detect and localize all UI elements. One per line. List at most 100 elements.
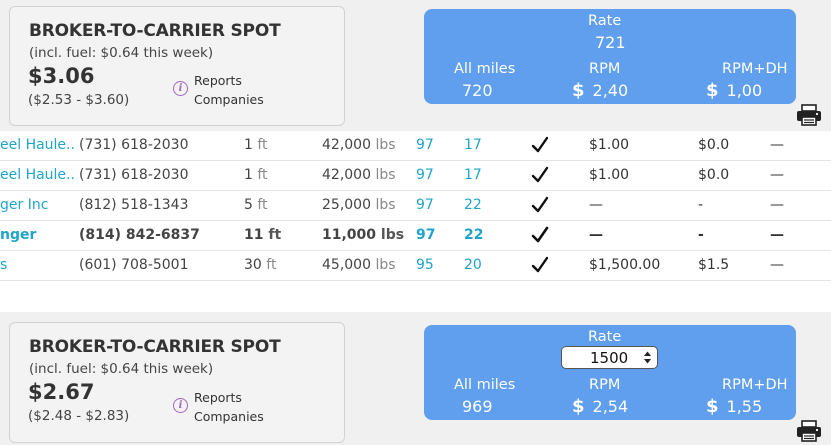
carrier-name-link[interactable]: nger (0, 227, 74, 243)
days-to-pay[interactable]: 17 (464, 137, 482, 153)
equipment-weight: 25,000 lbs (322, 197, 396, 213)
all-miles-value: 720 (462, 81, 493, 100)
days-to-pay[interactable]: 17 (464, 167, 482, 183)
reports-companies-link[interactable]: Reports Companies (194, 71, 264, 109)
rate-label: Rate (588, 13, 622, 29)
offer-rpm: - (698, 197, 704, 213)
carrier-name-link[interactable]: s (0, 257, 74, 273)
spinner-arrows-icon[interactable] (643, 350, 652, 365)
offer-price: $1,500.00 (589, 257, 661, 273)
rpm-dh-currency: $ (706, 396, 719, 417)
carrier-phone: (731) 618-2030 (79, 137, 189, 153)
equipment-length: 1 ft (244, 167, 268, 183)
credit-score[interactable]: 97 (416, 197, 434, 213)
price-range: ($2.48 - $2.83) (28, 408, 130, 424)
table-row[interactable]: eel Haule... (731) 618-2030 1 ft 42,000 … (0, 161, 831, 191)
table-row[interactable]: nger (814) 842-6837 11 ft 11,000 lbs 97 … (0, 221, 831, 251)
table-row[interactable]: ger Inc (812) 518-1343 5 ft 25,000 lbs 9… (0, 191, 831, 221)
spot-section-top: BROKER-TO-CARRIER SPOT (incl. fuel: $0.6… (0, 0, 831, 131)
rate-value: 721 (595, 33, 626, 52)
credit-score[interactable]: 97 (416, 167, 434, 183)
equipment-length: 30 ft (244, 257, 277, 273)
equipment-weight: 42,000 lbs (322, 167, 396, 183)
reports-companies-link[interactable]: Reports Companies (194, 388, 264, 426)
rpm-label: RPM (589, 377, 621, 393)
info-icon[interactable]: i (173, 398, 188, 413)
rate-calculator-card: Rate 1500 All miles 969 RPM $2,54 RPM+DH… (424, 325, 796, 420)
equipment-length: 1 ft (244, 137, 268, 153)
rpm-currency: $ (572, 396, 585, 417)
carrier-phone: (731) 618-2030 (79, 167, 189, 183)
days-to-pay[interactable]: 22 (464, 227, 483, 243)
check-icon (531, 166, 549, 183)
credit-score[interactable]: 95 (416, 257, 434, 273)
rate-input-value: 1500 (590, 349, 629, 367)
check-icon (531, 196, 549, 213)
rpm-value: 2,54 (592, 397, 629, 416)
rate-input[interactable]: 1500 (561, 346, 658, 369)
table-row[interactable]: s (601) 708-5001 30 ft 45,000 lbs 95 20 … (0, 251, 831, 281)
offer-price: $1.00 (589, 167, 630, 183)
rate-label: Rate (588, 329, 622, 345)
spot-price: $3.06 (28, 64, 95, 88)
offer-rpm: $0.0 (698, 137, 730, 153)
spot-title: BROKER-TO-CARRIER SPOT (29, 21, 281, 41)
carrier-name-link[interactable]: ger Inc (0, 197, 74, 213)
equipment-weight: 42,000 lbs (322, 137, 396, 153)
all-miles-value: 969 (462, 397, 493, 416)
days-to-pay[interactable]: 22 (464, 197, 482, 213)
days-to-pay[interactable]: 20 (464, 257, 482, 273)
rpm-dh-label: RPM+DH (722, 61, 788, 77)
offer-price: $1.00 (589, 137, 630, 153)
fuel-note: (incl. fuel: $0.64 this week) (29, 45, 214, 61)
rate-calculator-card: Rate 721 All miles 720 RPM $2,40 RPM+DH … (424, 9, 796, 104)
rpm-currency: $ (572, 80, 585, 101)
companies-label: Companies (194, 409, 264, 424)
spot-price: $2.67 (28, 380, 95, 404)
equipment-weight: 11,000 lbs (322, 227, 405, 243)
rpm-dh-value: 1,55 (726, 397, 763, 416)
rpm-dh-value-group: $1,55 (706, 396, 762, 417)
carrier-phone: (814) 842-6837 (79, 227, 200, 243)
rpm-dh-currency: $ (706, 80, 719, 101)
printer-icon[interactable] (796, 420, 822, 442)
rpm-value-group: $2,54 (572, 396, 628, 417)
credit-score[interactable]: 97 (416, 137, 434, 153)
all-miles-label: All miles (454, 377, 516, 393)
fuel-note: (incl. fuel: $0.64 this week) (29, 361, 214, 377)
carrier-table: eel Haule... (731) 618-2030 1 ft 42,000 … (0, 131, 831, 312)
spot-summary-card: BROKER-TO-CARRIER SPOT (incl. fuel: $0.6… (9, 322, 345, 443)
printer-icon[interactable] (796, 104, 822, 126)
carrier-name-link[interactable]: eel Haule... (0, 167, 74, 183)
price-range: ($2.53 - $3.60) (28, 92, 130, 108)
extra-value: — (770, 137, 784, 153)
all-miles-label: All miles (454, 61, 516, 77)
credit-score[interactable]: 97 (416, 227, 435, 243)
carrier-name-link[interactable]: eel Haule... (0, 137, 74, 153)
offer-price: — (589, 227, 603, 243)
carrier-phone: (812) 518-1343 (79, 197, 189, 213)
companies-label: Companies (194, 92, 264, 107)
info-icon[interactable]: i (173, 81, 188, 96)
check-icon (531, 226, 549, 243)
spot-title: BROKER-TO-CARRIER SPOT (29, 337, 281, 357)
extra-value: — (770, 257, 784, 273)
check-icon (531, 256, 549, 273)
carrier-phone: (601) 708-5001 (79, 257, 189, 273)
reports-label: Reports (194, 390, 242, 405)
equipment-length: 11 ft (244, 227, 282, 243)
rpm-dh-value: 1,00 (726, 81, 763, 100)
spot-summary-card: BROKER-TO-CARRIER SPOT (incl. fuel: $0.6… (9, 6, 345, 126)
extra-value: — (770, 227, 784, 243)
check-icon (531, 136, 549, 153)
offer-rpm: $1.5 (698, 257, 730, 273)
rpm-dh-label: RPM+DH (722, 377, 788, 393)
offer-rpm: - (698, 227, 704, 243)
rpm-value-group: $2,40 (572, 80, 628, 101)
rpm-dh-value-group: $1,00 (706, 80, 762, 101)
reports-label: Reports (194, 73, 242, 88)
extra-value: — (770, 197, 784, 213)
table-row[interactable]: eel Haule... (731) 618-2030 1 ft 42,000 … (0, 131, 831, 161)
offer-price: — (589, 197, 603, 213)
offer-rpm: $0.0 (698, 167, 730, 183)
